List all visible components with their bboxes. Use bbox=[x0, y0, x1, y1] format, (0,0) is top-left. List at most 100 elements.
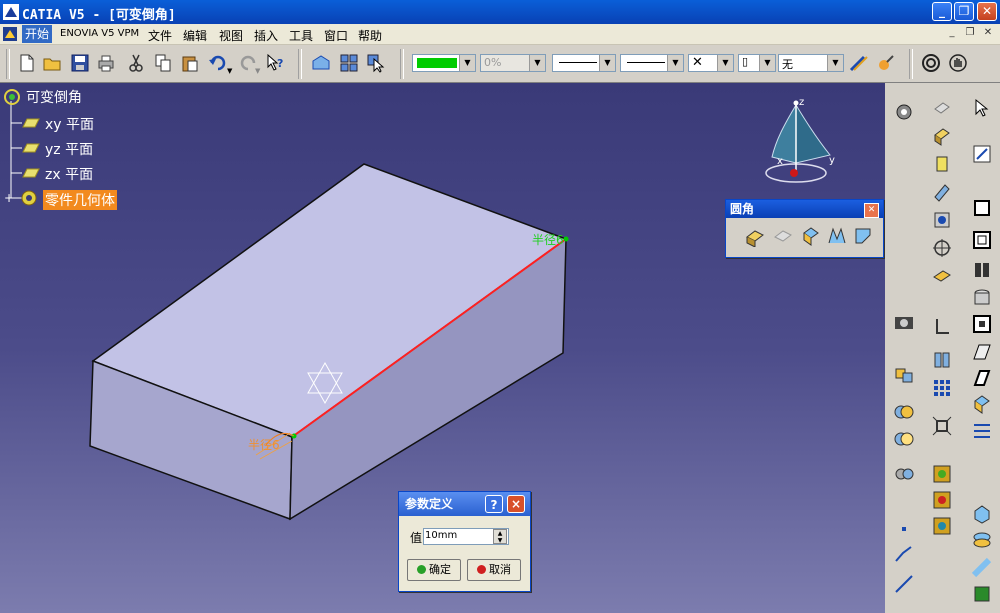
chevron-down-icon[interactable]: ▼ bbox=[599, 55, 615, 71]
fillet-toolbar-header[interactable]: 圆角 ✕ bbox=[726, 200, 883, 218]
axis-system-icon[interactable] bbox=[931, 315, 953, 337]
point-style-combo[interactable]: ✕ ▼ bbox=[688, 54, 734, 72]
select-help-icon[interactable] bbox=[366, 53, 386, 73]
sketch-frame-icon[interactable] bbox=[971, 229, 993, 251]
menu-tools[interactable]: 工具 bbox=[289, 27, 313, 44]
minimize-button[interactable]: _ bbox=[932, 2, 952, 21]
close-button[interactable]: ✕ bbox=[977, 2, 997, 21]
line-icon[interactable] bbox=[893, 573, 915, 595]
constraint-icon[interactable] bbox=[971, 197, 993, 219]
boolean-add-icon[interactable] bbox=[893, 401, 915, 423]
menu-view[interactable]: 视图 bbox=[219, 27, 243, 44]
sweep-icon[interactable] bbox=[971, 557, 993, 579]
analysis-icon[interactable] bbox=[931, 515, 953, 537]
draft-icon[interactable] bbox=[971, 367, 993, 389]
face-face-fillet-icon[interactable] bbox=[800, 225, 822, 247]
hole-icon[interactable] bbox=[931, 209, 953, 231]
ok-button[interactable]: 确定 bbox=[407, 559, 461, 581]
undo-dropdown-icon[interactable]: ▼ bbox=[227, 67, 232, 75]
radius-label-left[interactable]: 半径6 bbox=[248, 436, 280, 453]
cylinder-icon[interactable] bbox=[971, 287, 993, 309]
rib-icon[interactable] bbox=[931, 265, 953, 287]
menu-edit[interactable]: 编辑 bbox=[183, 27, 207, 44]
open-folder-icon[interactable] bbox=[42, 53, 62, 73]
remove-face-icon[interactable] bbox=[971, 529, 993, 551]
painter-icon[interactable] bbox=[876, 53, 896, 73]
document-icon[interactable] bbox=[2, 26, 18, 42]
thread-icon[interactable] bbox=[971, 503, 993, 525]
close-icon[interactable]: ✕ bbox=[864, 203, 879, 218]
sketcher-icon[interactable] bbox=[971, 143, 993, 165]
mirror-icon[interactable] bbox=[931, 349, 953, 371]
menu-file[interactable]: 文件 bbox=[148, 27, 172, 44]
thickness-icon[interactable] bbox=[971, 419, 993, 441]
chevron-down-icon[interactable]: ▼ bbox=[459, 55, 475, 71]
measure-icon[interactable] bbox=[931, 489, 953, 511]
apply-material-icon[interactable] bbox=[931, 463, 953, 485]
cancel-button[interactable]: 取消 bbox=[467, 559, 521, 581]
mdi-minimize-button[interactable]: _ bbox=[945, 27, 959, 40]
solid-combine-icon[interactable] bbox=[971, 259, 993, 281]
shell-icon[interactable] bbox=[971, 393, 993, 415]
pocket-icon[interactable] bbox=[931, 125, 953, 147]
fit-all-in-icon[interactable] bbox=[921, 53, 941, 73]
mdi-close-button[interactable]: ✕ bbox=[981, 27, 995, 40]
catia-app-icon[interactable] bbox=[3, 4, 19, 20]
save-icon[interactable] bbox=[70, 53, 90, 73]
radius-label-right[interactable]: 半径6 bbox=[532, 231, 564, 248]
variable-fillet-icon[interactable] bbox=[772, 225, 794, 247]
print-icon[interactable] bbox=[96, 53, 116, 73]
color-combo[interactable]: ▼ bbox=[412, 54, 476, 72]
camera-icon[interactable] bbox=[893, 311, 915, 333]
value-spinner[interactable]: ▲ ▼ bbox=[493, 529, 507, 544]
gear-icon[interactable] bbox=[893, 101, 915, 123]
cut-icon[interactable] bbox=[126, 53, 146, 73]
line-thickness-combo[interactable]: ▼ bbox=[552, 54, 616, 72]
graphic-properties-icon[interactable] bbox=[849, 53, 869, 73]
compass[interactable] bbox=[760, 95, 850, 190]
maximize-button[interactable]: ❐ bbox=[954, 2, 974, 21]
crosshair-icon[interactable] bbox=[931, 237, 953, 259]
select-arrow-icon[interactable] bbox=[971, 97, 993, 119]
dialog-close-button[interactable]: × bbox=[507, 495, 525, 513]
chevron-down-icon[interactable]: ▼ bbox=[759, 55, 775, 71]
scaling-icon[interactable] bbox=[931, 415, 953, 437]
rendering-style-combo[interactable]: ▯ ▼ bbox=[738, 54, 776, 72]
menu-help[interactable]: 帮助 bbox=[358, 27, 382, 44]
split-icon[interactable] bbox=[971, 583, 993, 605]
whats-this-icon[interactable]: ? bbox=[266, 53, 286, 73]
point-icon[interactable] bbox=[893, 518, 915, 540]
mdi-restore-button[interactable]: ❐ bbox=[963, 27, 977, 40]
menu-start[interactable]: 开始 bbox=[22, 25, 53, 43]
chevron-down-icon[interactable]: ▼ bbox=[717, 55, 733, 71]
redo-dropdown-icon[interactable]: ▼ bbox=[255, 67, 260, 75]
edge-fillet-icon[interactable] bbox=[744, 225, 766, 247]
menu-insert[interactable]: 插入 bbox=[254, 27, 278, 44]
copy-icon[interactable] bbox=[153, 53, 173, 73]
paste-icon[interactable] bbox=[180, 53, 200, 73]
frame-icon[interactable] bbox=[971, 313, 993, 335]
undo-icon[interactable] bbox=[208, 53, 228, 73]
new-file-icon[interactable] bbox=[17, 53, 37, 73]
chevron-down-icon[interactable]: ▼ bbox=[529, 55, 545, 71]
assembly-icon[interactable] bbox=[893, 363, 915, 385]
tritangent-fillet-icon[interactable] bbox=[826, 225, 848, 247]
chevron-down-icon[interactable]: ▼ bbox=[667, 55, 683, 71]
chamfer-tool-icon[interactable] bbox=[852, 225, 874, 247]
pattern-icon[interactable] bbox=[931, 377, 953, 399]
envelope-icon[interactable] bbox=[311, 53, 331, 73]
groove-icon[interactable] bbox=[931, 181, 953, 203]
boolean-remove-icon[interactable] bbox=[893, 428, 915, 450]
intersect-icon[interactable] bbox=[893, 463, 915, 485]
pad-icon[interactable] bbox=[931, 97, 953, 119]
menu-enovia[interactable]: ENOVIA V5 VPM bbox=[60, 28, 139, 39]
chevron-down-icon[interactable]: ▼ bbox=[827, 55, 843, 71]
dialog-header[interactable]: 参数定义 ? × bbox=[399, 492, 530, 516]
transparency-combo[interactable]: 0% ▼ bbox=[480, 54, 546, 72]
polyline-icon[interactable] bbox=[893, 543, 915, 565]
menu-window[interactable]: 窗口 bbox=[324, 27, 348, 44]
chamfer-icon[interactable] bbox=[971, 341, 993, 363]
shaft-icon[interactable] bbox=[931, 153, 953, 175]
line-type-combo[interactable]: ▼ bbox=[620, 54, 684, 72]
layer-combo[interactable]: 无 ▼ bbox=[778, 54, 844, 72]
